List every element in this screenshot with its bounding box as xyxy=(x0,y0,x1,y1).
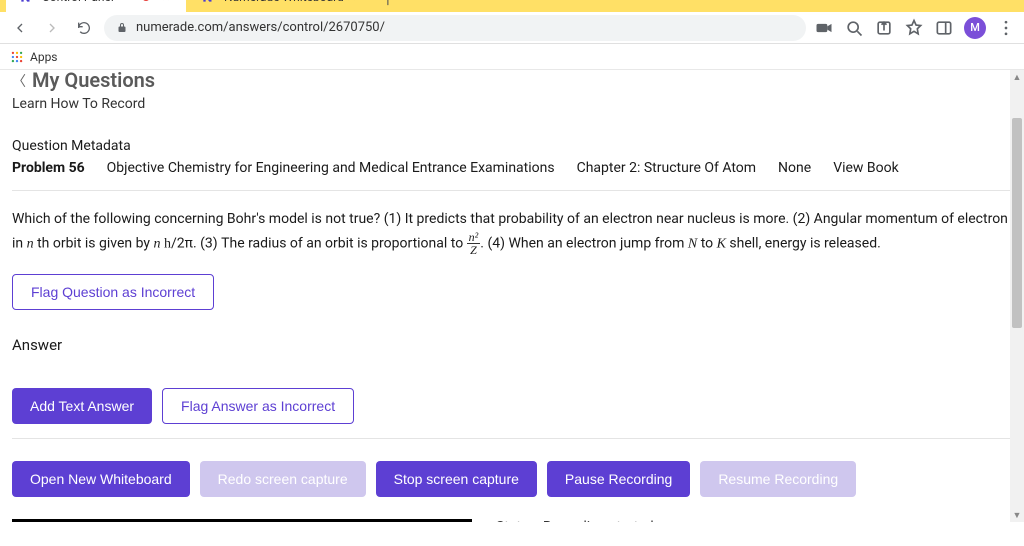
add-text-answer-button[interactable]: Add Text Answer xyxy=(12,388,152,424)
answer-heading: Answer xyxy=(12,336,1012,354)
kebab-menu-icon[interactable] xyxy=(996,18,1016,38)
tab-title: Numerade Whiteboard xyxy=(224,0,344,4)
tab-title: Control Panel xyxy=(42,0,136,4)
scroll-down-icon[interactable]: ▼ xyxy=(1010,508,1024,522)
status-label: Status: xyxy=(496,519,543,522)
open-whiteboard-button[interactable]: Open New Whiteboard xyxy=(12,461,190,497)
scrollbar-track[interactable]: ▲ ▼ xyxy=(1010,70,1024,522)
lock-icon xyxy=(116,22,128,34)
star-icon[interactable] xyxy=(904,18,924,38)
apps-icon[interactable] xyxy=(10,50,24,64)
scroll-up-icon[interactable]: ▲ xyxy=(1010,70,1024,84)
metadata-extra: None xyxy=(778,160,811,176)
page-title: My Questions xyxy=(32,70,155,92)
numerade-favicon xyxy=(200,0,216,5)
chevron-left-icon[interactable]: 〈 xyxy=(12,71,26,91)
apps-label[interactable]: Apps xyxy=(30,50,58,64)
reload-button[interactable] xyxy=(72,16,96,40)
flag-answer-button[interactable]: Flag Answer as Incorrect xyxy=(162,388,354,424)
chapter-title: Chapter 2: Structure Of Atom xyxy=(577,160,756,176)
new-tab-button[interactable]: ＋ xyxy=(374,0,402,12)
camera-icon[interactable] xyxy=(814,18,834,38)
page-viewport: 〈 My Questions Learn How To Record Quest… xyxy=(0,70,1024,522)
fraction: n²Z xyxy=(467,231,481,257)
view-book-link[interactable]: View Book xyxy=(833,160,899,176)
recording-controls: Open New Whiteboard Redo screen capture … xyxy=(12,461,1012,497)
video-preview[interactable] xyxy=(12,519,472,522)
share-icon[interactable] xyxy=(874,18,894,38)
pause-recording-button[interactable]: Pause Recording xyxy=(547,461,690,497)
close-tab-icon[interactable]: ✕ xyxy=(158,0,174,5)
problem-number: Problem 56 xyxy=(12,160,85,176)
divider xyxy=(12,438,1012,439)
url-text: numerade.com/answers/control/2670750/ xyxy=(136,20,385,35)
recording-indicator-icon xyxy=(142,0,150,1)
metadata-heading: Question Metadata xyxy=(12,138,1012,154)
profile-avatar[interactable]: M xyxy=(964,17,986,39)
resume-recording-button: Resume Recording xyxy=(700,461,856,497)
learn-how-to-record-link[interactable]: Learn How To Record xyxy=(12,96,1012,112)
tab-whiteboard[interactable]: Numerade Whiteboard ✕ xyxy=(188,0,372,12)
panel-icon[interactable] xyxy=(934,18,954,38)
redo-capture-button: Redo screen capture xyxy=(200,461,366,497)
stop-capture-button[interactable]: Stop screen capture xyxy=(376,461,537,497)
metadata-row: Problem 56 Objective Chemistry for Engin… xyxy=(12,160,1012,176)
back-button[interactable] xyxy=(8,16,32,40)
forward-button[interactable] xyxy=(40,16,64,40)
status-value: Recording started. xyxy=(543,519,657,522)
flag-question-button[interactable]: Flag Question as Incorrect xyxy=(12,274,214,310)
browser-toolbar: numerade.com/answers/control/2670750/ M xyxy=(0,12,1024,44)
divider xyxy=(12,190,1012,191)
close-tab-icon[interactable]: ✕ xyxy=(344,0,360,5)
numerade-favicon xyxy=(18,0,34,5)
book-title: Objective Chemistry for Engineering and … xyxy=(107,160,555,176)
scrollbar-thumb[interactable] xyxy=(1012,118,1022,328)
page-content: 〈 My Questions Learn How To Record Quest… xyxy=(0,70,1024,522)
address-bar[interactable]: numerade.com/answers/control/2670750/ xyxy=(104,15,806,41)
search-icon[interactable] xyxy=(844,18,864,38)
tab-control-panel[interactable]: Control Panel ✕ xyxy=(6,0,186,12)
browser-tabbar: Control Panel ✕ Numerade Whiteboard ✕ ＋ xyxy=(0,0,1024,12)
question-text: Which of the following concerning Bohr's… xyxy=(12,209,1012,256)
bookmarks-bar: Apps xyxy=(0,44,1024,70)
